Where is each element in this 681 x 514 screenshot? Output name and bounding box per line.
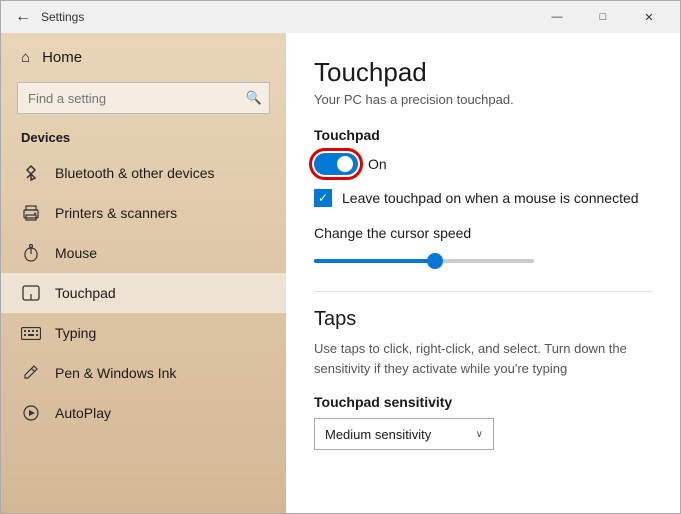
back-button[interactable]: ← (9, 3, 37, 31)
toggle-thumb (337, 156, 353, 172)
page-title: Touchpad (314, 57, 652, 88)
printers-label: Printers & scanners (55, 205, 177, 221)
slider-track (314, 259, 534, 263)
sidebar-item-mouse[interactable]: Mouse (1, 233, 286, 273)
typing-label: Typing (55, 325, 96, 341)
leave-touchpad-label: Leave touchpad on when a mouse is connec… (342, 190, 639, 206)
sidebar-item-typing[interactable]: Typing (1, 313, 286, 353)
search-container: 🔍 (17, 82, 270, 114)
mouse-icon (21, 243, 41, 263)
keyboard-icon (21, 323, 41, 343)
home-label: Home (42, 49, 82, 66)
settings-window: ← Settings — □ ✕ ⌂ Home 🔍 (0, 0, 681, 514)
toggle-label: On (368, 156, 387, 172)
window-title: Settings (37, 10, 534, 24)
close-button[interactable]: ✕ (626, 1, 672, 33)
maximize-button[interactable]: □ (580, 1, 626, 33)
search-icon: 🔍 (246, 90, 262, 106)
content-area: Touchpad Your PC has a precision touchpa… (286, 33, 680, 513)
main-layout: ⌂ Home 🔍 Devices Bluetooth & other devic… (1, 33, 680, 513)
sidebar-item-bluetooth[interactable]: Bluetooth & other devices (1, 153, 286, 193)
sidebar-section-title: Devices (1, 126, 286, 153)
bluetooth-icon (21, 163, 41, 183)
touchpad-label: Touchpad (55, 285, 116, 301)
sidebar: ⌂ Home 🔍 Devices Bluetooth & other devic… (1, 33, 286, 513)
sidebar-item-touchpad[interactable]: Touchpad (1, 273, 286, 313)
pen-icon (21, 363, 41, 383)
printer-icon (21, 203, 41, 223)
cursor-speed-slider-container (314, 251, 652, 271)
touchpad-toggle[interactable] (314, 153, 358, 175)
leave-touchpad-checkbox[interactable]: ✓ (314, 189, 332, 207)
cursor-speed-label: Change the cursor speed (314, 225, 652, 241)
autoplay-label: AutoPlay (55, 405, 111, 421)
home-icon: ⌂ (21, 49, 30, 66)
checkmark-icon: ✓ (318, 192, 328, 204)
toggle-track (314, 153, 358, 175)
touchpad-icon (21, 283, 41, 303)
leave-touchpad-row: ✓ Leave touchpad on when a mouse is conn… (314, 189, 652, 207)
sensitivity-value: Medium sensitivity (325, 427, 431, 442)
window-controls: — □ ✕ (534, 1, 672, 33)
mouse-label: Mouse (55, 245, 97, 261)
sidebar-item-printers[interactable]: Printers & scanners (1, 193, 286, 233)
section-divider (314, 291, 652, 292)
taps-title: Taps (314, 308, 652, 331)
pen-label: Pen & Windows Ink (55, 365, 176, 381)
touchpad-section-label: Touchpad (314, 127, 652, 143)
dropdown-arrow-icon: ∨ (476, 429, 483, 440)
back-icon: ← (15, 8, 31, 26)
bluetooth-label: Bluetooth & other devices (55, 165, 215, 181)
sidebar-item-home[interactable]: ⌂ Home (1, 33, 286, 74)
sensitivity-label: Touchpad sensitivity (314, 394, 652, 410)
touchpad-toggle-row: On (314, 153, 652, 175)
sidebar-item-pen[interactable]: Pen & Windows Ink (1, 353, 286, 393)
autoplay-icon (21, 403, 41, 423)
taps-description: Use taps to click, right-click, and sele… (314, 339, 652, 378)
slider-thumb[interactable] (427, 253, 443, 269)
title-bar: ← Settings — □ ✕ (1, 1, 680, 33)
minimize-button[interactable]: — (534, 1, 580, 33)
sensitivity-dropdown[interactable]: Medium sensitivity ∨ (314, 418, 494, 450)
cursor-speed-section: Change the cursor speed (314, 225, 652, 271)
slider-filled (314, 259, 435, 263)
sidebar-item-autoplay[interactable]: AutoPlay (1, 393, 286, 433)
page-subtitle: Your PC has a precision touchpad. (314, 92, 652, 107)
search-input[interactable] (17, 82, 270, 114)
